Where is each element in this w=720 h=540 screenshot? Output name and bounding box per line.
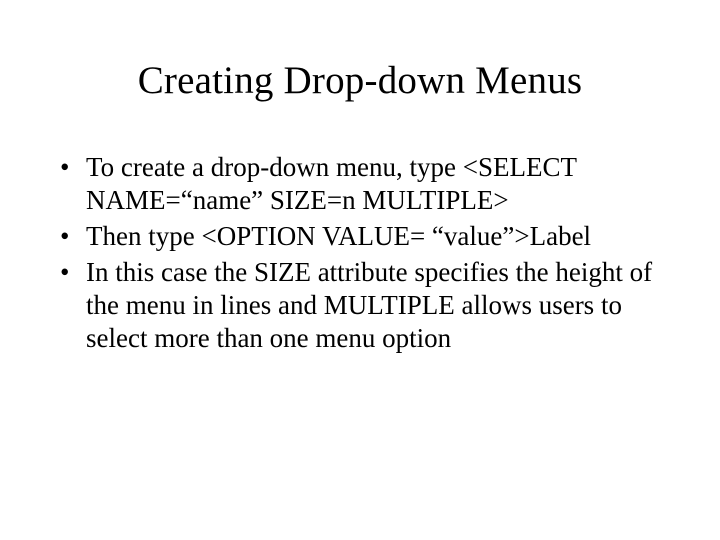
slide-title: Creating Drop-down Menus (58, 58, 662, 103)
bullet-list: To create a drop-down menu, type <SELECT… (58, 151, 662, 355)
list-item: Then type <OPTION VALUE= “value”>Label (86, 220, 662, 253)
list-item: To create a drop-down menu, type <SELECT… (86, 151, 662, 217)
list-item: In this case the SIZE attribute specifie… (86, 256, 662, 355)
